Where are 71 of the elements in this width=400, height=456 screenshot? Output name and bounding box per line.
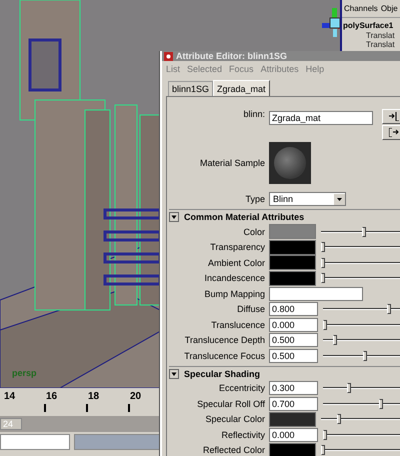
color-swatch[interactable] — [269, 224, 316, 240]
frame-number: 16 — [46, 391, 58, 402]
slider-thumb[interactable] — [362, 226, 366, 237]
section-title: Specular Shading — [184, 368, 260, 378]
slider-thumb[interactable] — [379, 398, 383, 409]
slider-thumb[interactable] — [387, 304, 391, 314]
attribute-label: Translucence Depth — [184, 335, 266, 346]
attribute-label: Ambient Color — [206, 258, 266, 268]
attribute-label: Incandescence — [203, 273, 266, 284]
tick-mark — [44, 404, 46, 412]
slider-thumb[interactable] — [321, 242, 325, 252]
menu-item[interactable]: Obje — [380, 4, 398, 13]
color-swatch[interactable] — [269, 442, 316, 456]
object-name[interactable]: polySurface1 — [342, 18, 400, 31]
attribute-label: Eccentricity — [218, 383, 266, 394]
tab[interactable]: Zgrada_mat — [213, 80, 270, 96]
attribute-label: Translucence Focus — [183, 350, 266, 361]
slider[interactable] — [321, 445, 400, 456]
color-swatch[interactable] — [269, 240, 316, 255]
command-field[interactable] — [0, 434, 70, 450]
value-field[interactable]: 0.300 — [269, 381, 318, 396]
attribute-label: Transparency — [209, 242, 266, 252]
value-field[interactable]: 0.000 — [269, 428, 318, 442]
attribute-label: Specular Roll Off — [196, 398, 266, 409]
slider-thumb[interactable] — [363, 350, 367, 361]
arrow-out-icon — [389, 128, 399, 137]
section-header[interactable]: Specular Shading — [169, 366, 400, 380]
value-field[interactable]: 0.700 — [269, 396, 318, 411]
slider-thumb[interactable] — [347, 383, 351, 394]
texture-field[interactable] — [269, 286, 363, 301]
slider-thumb[interactable] — [321, 445, 325, 456]
camera-label: persp — [12, 368, 37, 378]
attribute-label: Bump Mapping — [203, 288, 266, 299]
slider-thumb[interactable] — [323, 430, 327, 440]
frame-number: 20 — [130, 391, 142, 402]
channel-name[interactable]: Translat — [342, 31, 400, 40]
arrow-in-icon — [389, 112, 399, 121]
type-dropdown[interactable]: Blinn — [269, 192, 346, 206]
slider-thumb[interactable] — [321, 258, 325, 268]
slider-thumb[interactable] — [323, 320, 327, 330]
slider-thumb[interactable] — [321, 273, 325, 284]
type-label: Type — [244, 194, 266, 204]
attribute-label: Translucence — [210, 320, 266, 330]
attribute-label: Diffuse — [236, 304, 266, 314]
color-swatch[interactable] — [269, 270, 316, 286]
node-name-field[interactable]: Zgrada_mat — [269, 111, 373, 125]
value-field[interactable]: 0.000 — [269, 318, 318, 332]
slider-thumb[interactable] — [332, 335, 337, 346]
attribute-label: Color — [242, 226, 266, 237]
node-label: blinn: — [242, 109, 266, 119]
value-field[interactable]: 0.500 — [269, 333, 318, 348]
attribute-label: Reflected Color — [202, 445, 266, 456]
value-field[interactable]: 0.800 — [269, 302, 318, 316]
frame-number: 18 — [88, 391, 100, 402]
attribute-label: Specular Color — [204, 414, 266, 424]
channel-name[interactable]: Translat — [342, 40, 400, 49]
focus-out-button[interactable] — [382, 125, 400, 140]
menu-item[interactable]: Channels — [344, 4, 378, 13]
attribute-label: Reflectivity — [220, 430, 266, 440]
focus-in-button[interactable] — [382, 109, 400, 124]
section-title: Common Material Attributes — [184, 212, 304, 222]
color-swatch[interactable] — [269, 412, 316, 427]
sample-label: Material Sample — [198, 158, 266, 168]
value-field[interactable]: 0.500 — [269, 348, 318, 363]
slider-thumb[interactable] — [337, 414, 341, 424]
frame-number: 14 — [4, 391, 16, 402]
window-title: Attribute Editor: blinn1SG — [176, 51, 287, 61]
tab[interactable]: blinn1SG — [168, 81, 214, 96]
color-swatch[interactable] — [269, 255, 316, 270]
tick-mark — [128, 404, 130, 412]
tick-mark — [86, 404, 88, 412]
